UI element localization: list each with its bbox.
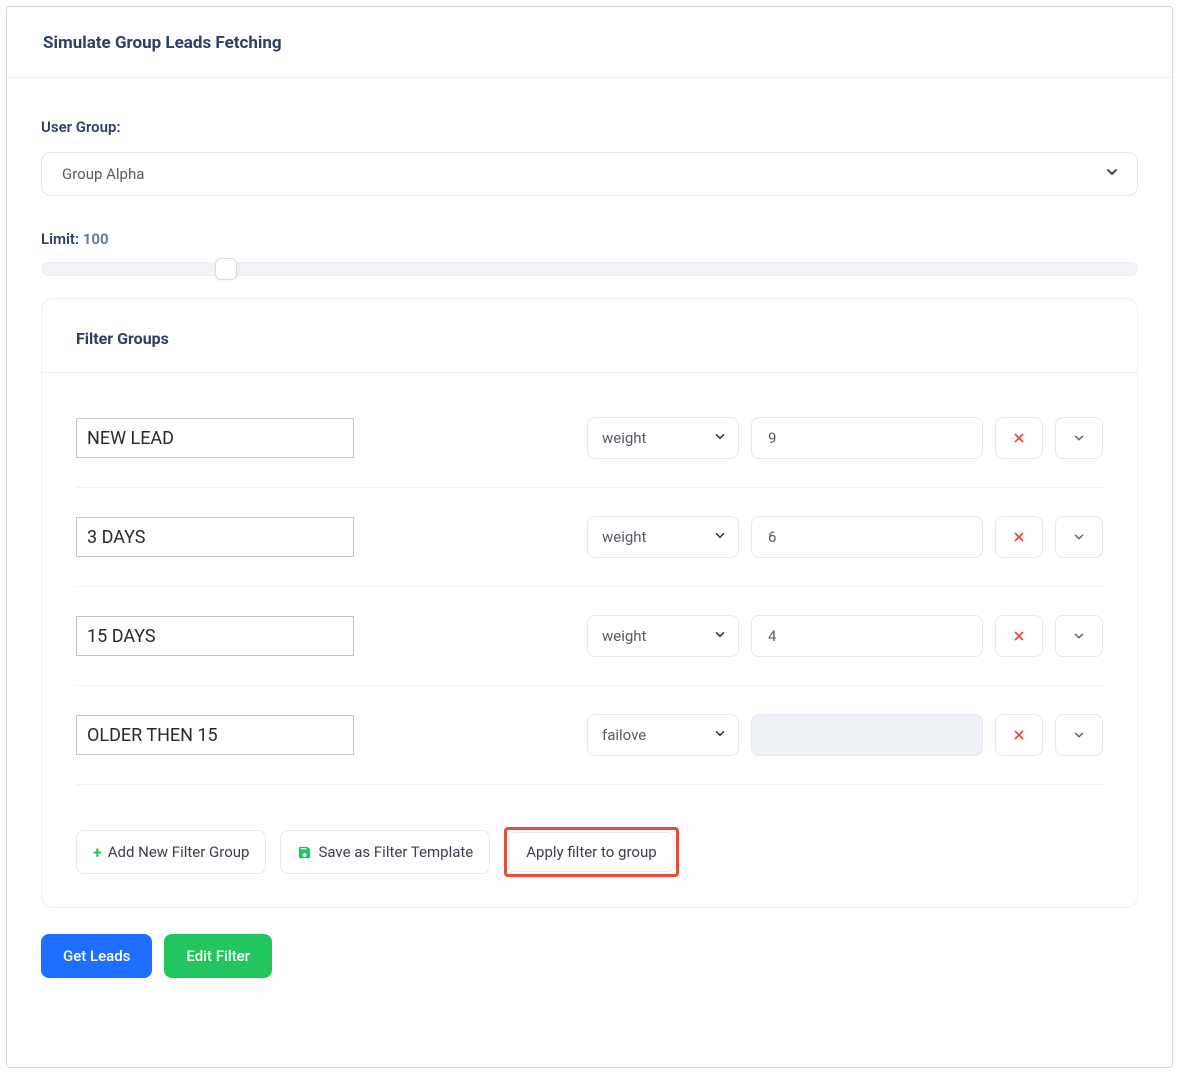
panel: Simulate Group Leads Fetching User Group… <box>6 6 1173 1068</box>
filter-name-input[interactable] <box>76 517 354 557</box>
filter-value-input[interactable] <box>751 417 983 459</box>
filter-type-select-wrap <box>587 516 739 558</box>
panel-title: Simulate Group Leads Fetching <box>43 33 1136 53</box>
delete-filter-button[interactable] <box>995 615 1043 657</box>
save-filter-template-button[interactable]: Save as Filter Template <box>280 830 490 874</box>
limit-value: 100 <box>83 230 109 248</box>
filter-groups-card: Filter Groups <box>41 298 1138 908</box>
filter-groups-header: Filter Groups <box>42 299 1137 373</box>
get-leads-label: Get Leads <box>63 947 130 965</box>
filter-groups-body: + Add New Filter Group Save as Filter Te… <box>42 373 1137 907</box>
add-filter-group-button[interactable]: + Add New Filter Group <box>76 830 266 874</box>
filter-type-select-wrap <box>587 714 739 756</box>
filter-name-input[interactable] <box>76 616 354 656</box>
user-group-label: User Group: <box>41 118 1138 136</box>
limit-slider[interactable] <box>41 262 1138 276</box>
slider-thumb[interactable] <box>215 258 237 280</box>
edit-filter-label: Edit Filter <box>186 947 250 965</box>
filter-row <box>76 389 1103 488</box>
filter-name-input[interactable] <box>76 418 354 458</box>
delete-filter-button[interactable] <box>995 417 1043 459</box>
filter-row <box>76 686 1103 785</box>
user-group-select-wrap <box>41 152 1138 196</box>
edit-filter-button[interactable]: Edit Filter <box>164 934 272 978</box>
expand-filter-button[interactable] <box>1055 615 1103 657</box>
limit-label-prefix: Limit: <box>41 230 83 248</box>
filter-type-select-wrap <box>587 615 739 657</box>
bottom-buttons: Get Leads Edit Filter <box>41 934 1138 978</box>
expand-filter-button[interactable] <box>1055 516 1103 558</box>
filter-row <box>76 587 1103 686</box>
get-leads-button[interactable]: Get Leads <box>41 934 152 978</box>
apply-filter-button[interactable]: Apply filter to group <box>509 832 673 872</box>
filter-value-input[interactable] <box>751 516 983 558</box>
filter-name-input[interactable] <box>76 715 354 755</box>
panel-content: User Group: Limit: 100 Filter Groups <box>7 78 1172 1008</box>
filter-footer-buttons: + Add New Filter Group Save as Filter Te… <box>76 827 1103 877</box>
delete-filter-button[interactable] <box>995 516 1043 558</box>
apply-filter-label: Apply filter to group <box>526 843 656 861</box>
expand-filter-button[interactable] <box>1055 714 1103 756</box>
filter-value-input <box>751 714 983 756</box>
expand-filter-button[interactable] <box>1055 417 1103 459</box>
filter-groups-title: Filter Groups <box>76 329 1103 348</box>
plus-icon: + <box>93 843 102 862</box>
apply-filter-highlight: Apply filter to group <box>504 827 678 877</box>
filter-type-select[interactable] <box>587 714 739 756</box>
panel-header: Simulate Group Leads Fetching <box>7 7 1172 78</box>
save-icon <box>297 845 312 860</box>
add-filter-group-label: Add New Filter Group <box>108 843 250 861</box>
filter-type-select[interactable] <box>587 516 739 558</box>
filter-row <box>76 488 1103 587</box>
filter-type-select-wrap <box>587 417 739 459</box>
delete-filter-button[interactable] <box>995 714 1043 756</box>
limit-label: Limit: 100 <box>41 230 1138 248</box>
limit-section: Limit: 100 <box>41 230 1138 276</box>
filter-value-input[interactable] <box>751 615 983 657</box>
filter-type-select[interactable] <box>587 615 739 657</box>
user-group-select[interactable] <box>41 152 1138 196</box>
filter-type-select[interactable] <box>587 417 739 459</box>
save-filter-template-label: Save as Filter Template <box>318 843 473 861</box>
